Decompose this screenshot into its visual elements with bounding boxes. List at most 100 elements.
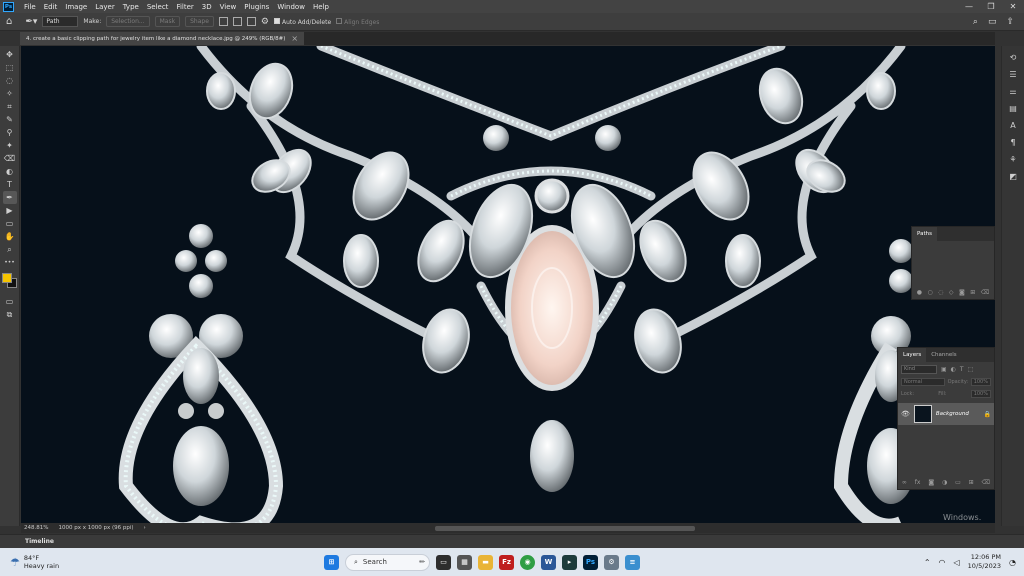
properties-icon[interactable]: ☰ <box>1006 67 1020 81</box>
visibility-eye-icon[interactable]: 👁 <box>901 410 910 418</box>
hand-tool-icon[interactable]: ✋ <box>3 230 17 243</box>
tab-channels[interactable]: Channels <box>926 348 961 362</box>
magic-wand-tool-icon[interactable]: ✧ <box>3 87 17 100</box>
document-canvas[interactable]: Paths ● ○ ◌ ◇ ◙ ⊞ ⌫ Layers Channels Kind… <box>21 46 995 523</box>
make-selection-button[interactable]: Selection... <box>106 16 150 27</box>
lasso-tool-icon[interactable]: ◌ <box>3 74 17 87</box>
close-button[interactable]: ✕ <box>1002 2 1024 11</box>
make-shape-button[interactable]: Shape <box>185 16 214 27</box>
screen-mode-icon[interactable]: ⧉ <box>3 308 17 321</box>
menu-filter[interactable]: Filter <box>172 3 197 11</box>
home-icon[interactable]: ⌂ <box>6 16 12 27</box>
new-path-icon[interactable]: ⊞ <box>970 289 975 296</box>
menu-plugins[interactable]: Plugins <box>240 3 273 11</box>
gear-icon[interactable]: ⚙ <box>261 17 269 27</box>
align-edges-checkbox[interactable]: Align Edges <box>336 17 379 26</box>
tab-layers[interactable]: Layers <box>898 348 927 362</box>
menu-file[interactable]: File <box>20 3 40 11</box>
trash-icon[interactable]: ⌫ <box>982 479 990 486</box>
menu-3d[interactable]: 3D <box>198 3 216 11</box>
quick-mask-icon[interactable]: ▭ <box>3 295 17 308</box>
zoom-tool-icon[interactable]: ⌕ <box>3 243 17 256</box>
zoom-level[interactable]: 248.81% <box>24 525 48 531</box>
link-layers-icon[interactable]: ∞ <box>902 479 907 486</box>
menu-view[interactable]: View <box>216 3 241 11</box>
calculator-icon[interactable]: ▦ <box>457 554 472 570</box>
libraries-icon[interactable]: ▤ <box>1006 101 1020 115</box>
marquee-tool-icon[interactable]: ⬚ <box>3 61 17 74</box>
minimize-button[interactable]: — <box>958 2 980 11</box>
horizontal-scrollbar[interactable] <box>435 525 695 531</box>
history-icon[interactable]: ⟲ <box>1006 50 1020 64</box>
blend-mode-select[interactable]: Normal <box>901 378 945 386</box>
stamp-tool-icon[interactable]: ⚲ <box>3 126 17 139</box>
photoshop-logo-icon[interactable]: Ps <box>3 1 14 12</box>
timeline-panel[interactable]: Timeline <box>0 534 1024 548</box>
type-tool-icon[interactable]: T <box>3 178 17 191</box>
auto-add-delete-checkbox[interactable]: Auto Add/Delete <box>273 17 331 26</box>
make-mask-button[interactable]: Mask <box>154 16 181 27</box>
history-brush-icon[interactable]: ✦ <box>3 139 17 152</box>
brush-tool-icon[interactable]: ✎ <box>3 113 17 126</box>
make-work-path-icon[interactable]: ◇ <box>949 289 954 296</box>
dodge-tool-icon[interactable]: ◐ <box>3 165 17 178</box>
adjustment-layer-icon[interactable]: ◑ <box>942 479 947 486</box>
kind-filter-select[interactable]: Kind <box>901 364 937 374</box>
fill-path-icon[interactable]: ● <box>917 289 922 296</box>
menu-image[interactable]: Image <box>61 3 91 11</box>
stroke-path-icon[interactable]: ○ <box>927 289 932 296</box>
character-icon[interactable]: A <box>1006 118 1020 132</box>
delete-path-icon[interactable]: ⌫ <box>981 289 989 296</box>
filter-adjust-icon[interactable]: ◐ <box>951 366 956 373</box>
path-arrangement-icon[interactable] <box>246 17 256 26</box>
group-icon[interactable]: ▭ <box>955 479 961 486</box>
menu-help[interactable]: Help <box>309 3 333 11</box>
start-windows-icon[interactable]: ⊞ <box>324 554 339 570</box>
paragraph-icon[interactable]: ¶ <box>1006 135 1020 149</box>
move-tool-icon[interactable]: ✥ <box>3 48 17 61</box>
more-tools-icon[interactable]: ••• <box>3 256 17 269</box>
notification-bell-icon[interactable]: ◔ <box>1009 558 1016 567</box>
filter-pixel-icon[interactable]: ▣ <box>941 366 947 373</box>
tool-mode-select[interactable]: Path <box>42 16 79 27</box>
taskbar-search[interactable]: ⌕ Search ✏ <box>345 553 430 571</box>
new-layer-icon[interactable]: ⊞ <box>969 479 974 486</box>
maximize-button[interactable]: ❐ <box>980 2 1002 11</box>
terminal-icon[interactable]: ▸ <box>562 554 577 570</box>
filter-type-icon[interactable]: T <box>960 366 964 373</box>
file-explorer-icon[interactable]: ▬ <box>478 554 493 570</box>
workspace-icon[interactable]: ▭ <box>988 17 997 27</box>
channels-icon[interactable]: ⚘ <box>1006 152 1020 166</box>
close-tab-icon[interactable]: × <box>291 34 298 43</box>
adjustments-icon[interactable]: ⚌ <box>1006 84 1020 98</box>
path-operations-icon[interactable] <box>218 17 228 26</box>
document-tab[interactable]: 4. create a basic clipping path for jewe… <box>20 32 305 45</box>
rectangle-tool-icon[interactable]: ▭ <box>3 217 17 230</box>
tab-paths[interactable]: Paths <box>912 227 937 241</box>
path-selection-tool-icon[interactable]: ▶ <box>3 204 17 217</box>
status-arrow-icon[interactable]: › <box>144 525 146 531</box>
fill-input[interactable]: 100% <box>970 390 991 398</box>
share-icon[interactable]: ⇪ <box>1006 17 1014 27</box>
word-icon[interactable]: W <box>541 554 556 570</box>
task-view-icon[interactable]: ▭ <box>436 554 451 570</box>
menu-select[interactable]: Select <box>143 3 173 11</box>
wifi-icon[interactable]: ◠ <box>939 558 946 567</box>
eraser-tool-icon[interactable]: ⌫ <box>3 152 17 165</box>
chevron-up-icon[interactable]: ⌃ <box>924 558 931 567</box>
menu-window[interactable]: Window <box>273 3 309 11</box>
filezilla-icon[interactable]: Fz <box>499 554 514 570</box>
filter-shape-icon[interactable]: ⬚ <box>968 366 974 373</box>
pen-tool-icon[interactable]: ✒ <box>2 191 17 204</box>
layer-style-icon[interactable]: fx <box>915 479 921 486</box>
chrome-icon[interactable]: ◉ <box>520 554 535 570</box>
settings-gear-icon[interactable]: ⚙ <box>604 554 619 570</box>
menu-layer[interactable]: Layer <box>91 3 119 11</box>
load-selection-icon[interactable]: ◌ <box>938 289 943 296</box>
notepad-icon[interactable]: ≡ <box>625 554 640 570</box>
crop-tool-icon[interactable]: ⌗ <box>3 100 17 113</box>
search-icon[interactable]: ⌕ <box>973 17 978 27</box>
volume-icon[interactable]: ◁ <box>954 558 960 567</box>
foreground-color-swatch[interactable] <box>1 273 12 283</box>
opacity-input[interactable]: 100% <box>970 378 991 386</box>
